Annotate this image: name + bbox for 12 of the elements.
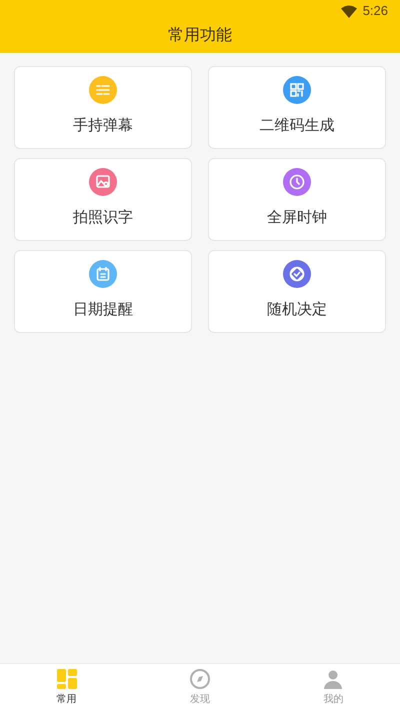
feature-card[interactable]: 手持弹幕 — [14, 66, 192, 149]
feature-card[interactable]: 全屏时钟 — [208, 158, 386, 241]
nav-tab[interactable]: 常用 — [0, 664, 134, 710]
grid-icon — [54, 667, 79, 691]
status-time: 5:26 — [362, 2, 388, 20]
feature-card[interactable]: 二维码生成 — [208, 66, 386, 149]
wifi-icon — [340, 4, 357, 18]
feature-card[interactable]: 拍照识字 — [14, 158, 192, 241]
compass-icon — [188, 667, 212, 691]
page-title: 常用功能 — [168, 26, 232, 46]
feature-card[interactable]: 随机决定 — [208, 250, 386, 333]
feature-card[interactable]: 日期提醒 — [14, 250, 192, 333]
